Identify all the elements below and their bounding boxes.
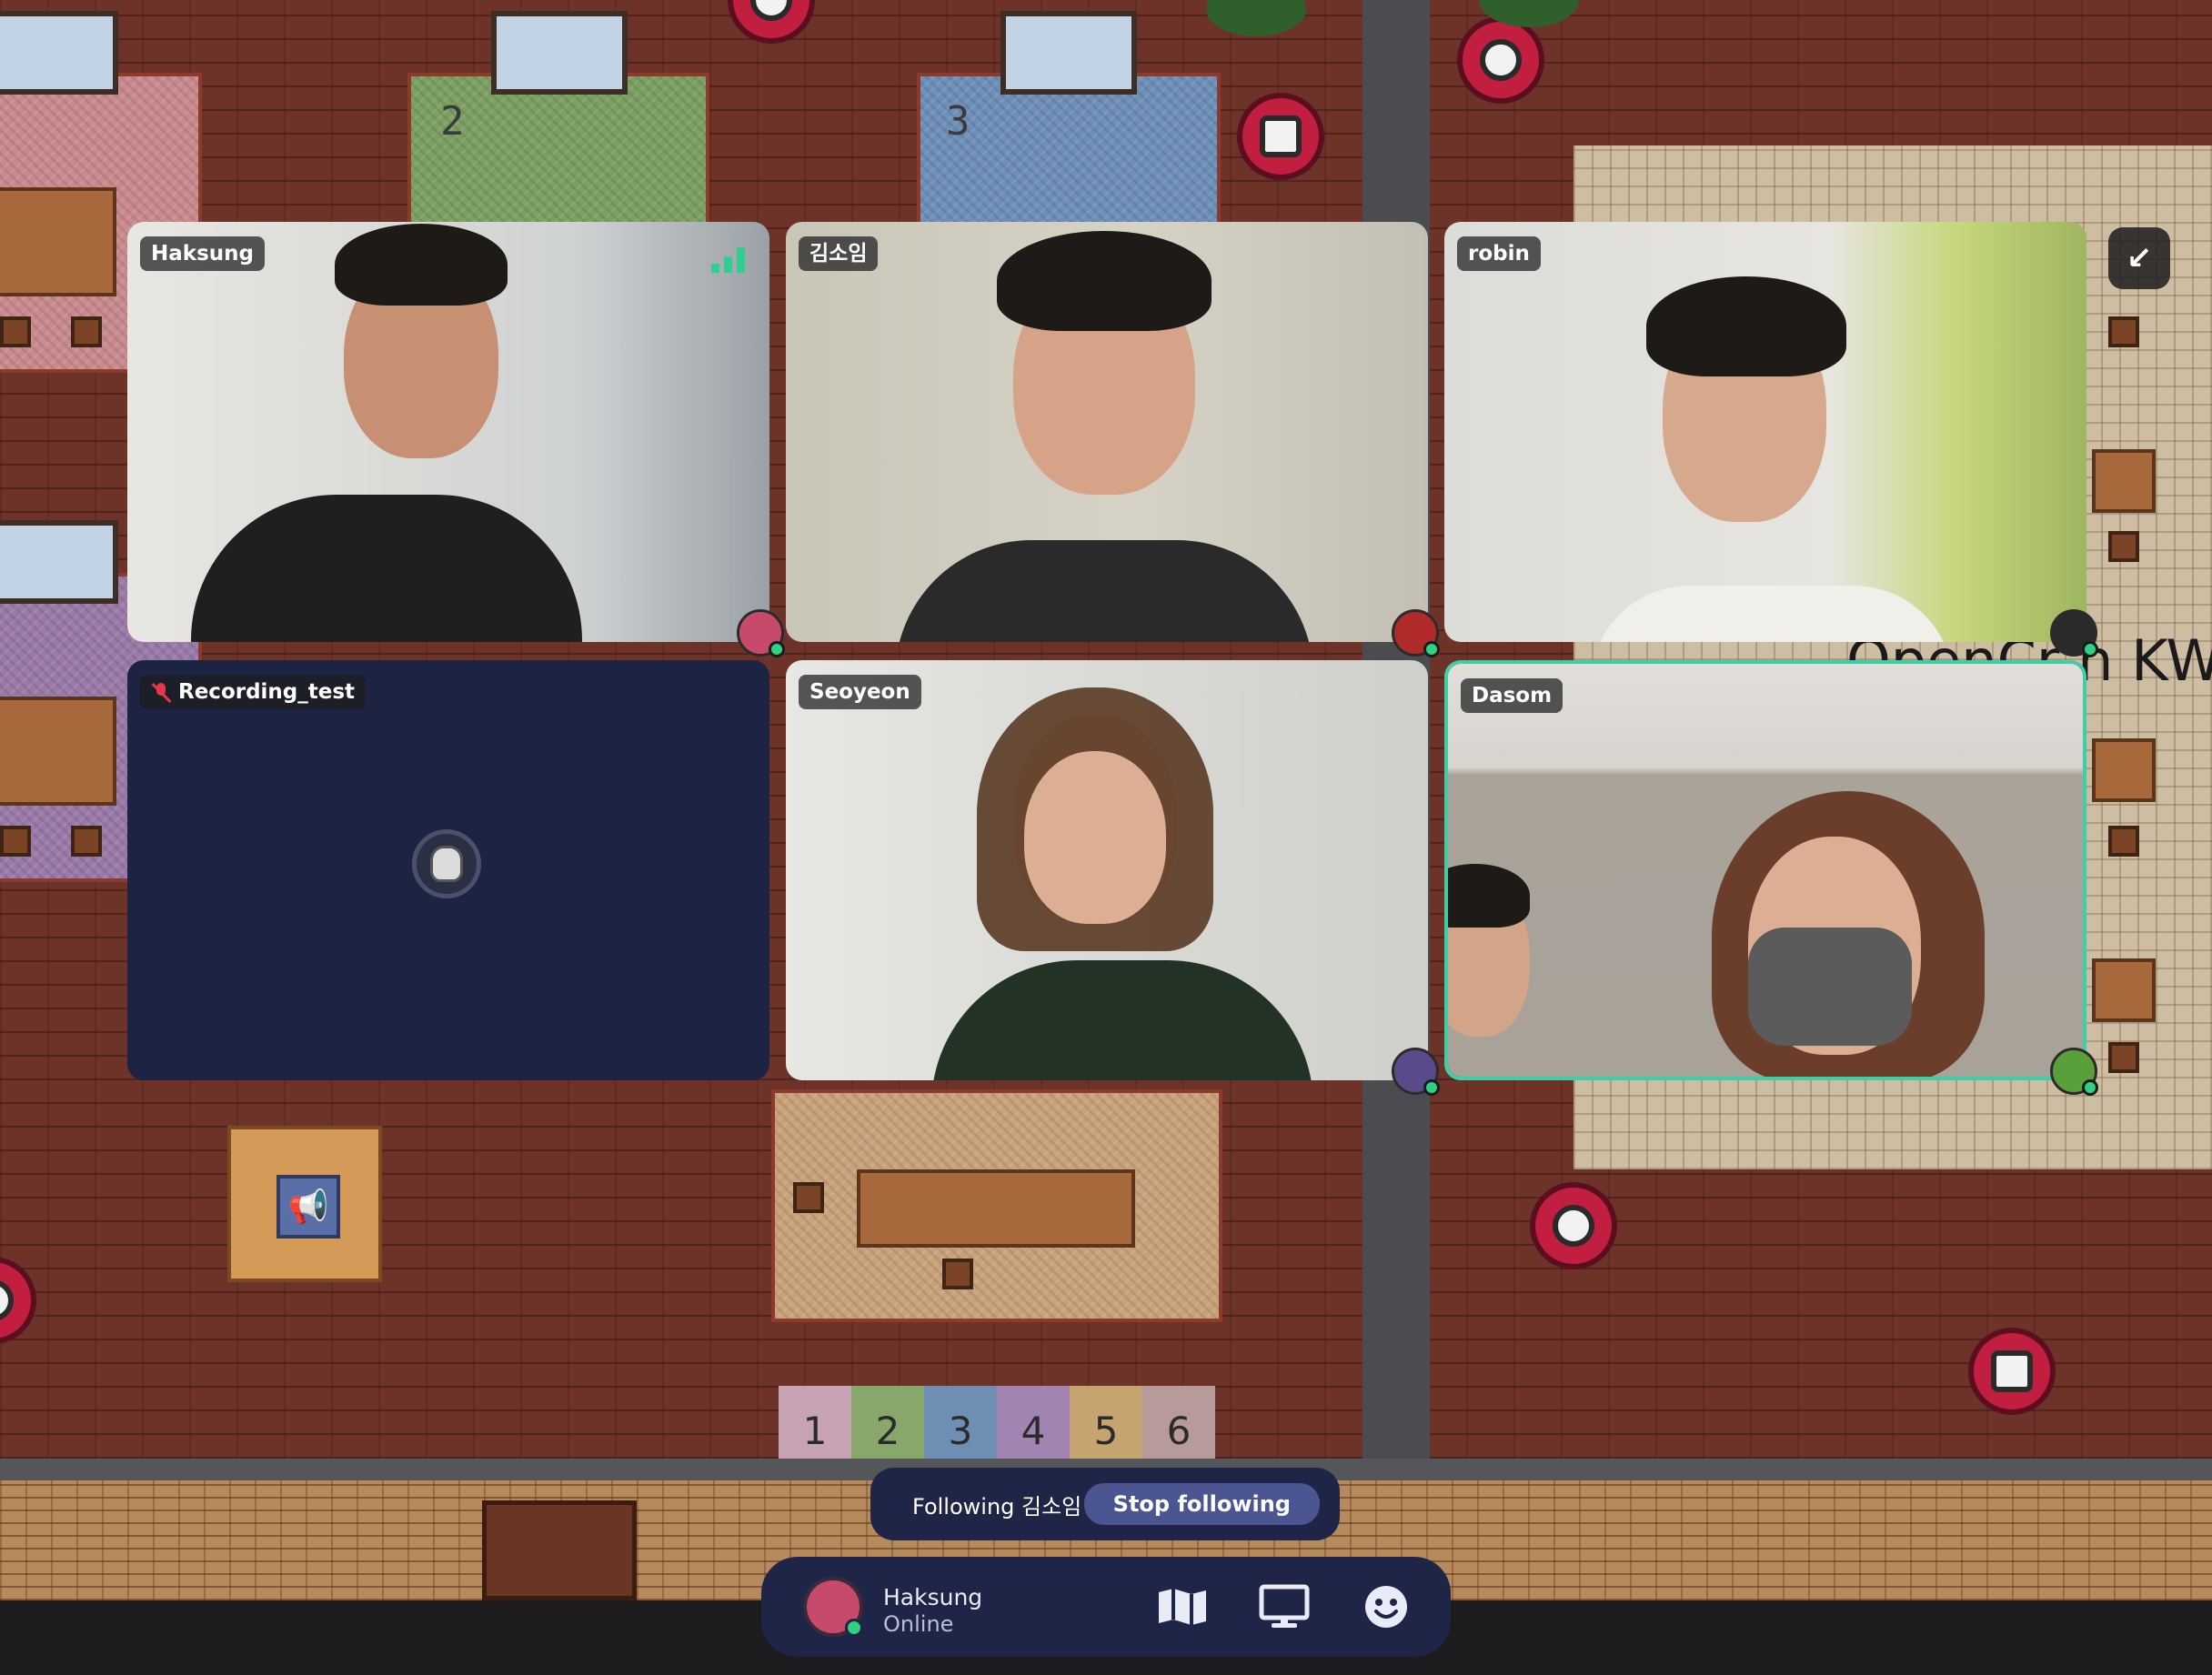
person-hair xyxy=(1448,864,1530,928)
emoji-icon[interactable] xyxy=(1360,1584,1413,1630)
person-face xyxy=(1024,751,1166,924)
following-bar: Following 김소임 Stop following xyxy=(870,1468,1340,1540)
name-tag-label: Recording_test xyxy=(178,680,356,704)
user-status: Online xyxy=(883,1611,954,1637)
whiteboard xyxy=(0,11,118,95)
video-tile-seoyeon[interactable]: Seoyeon xyxy=(786,660,1428,1080)
camera-feed xyxy=(1448,664,2083,1077)
player-avatar xyxy=(1392,1048,1440,1096)
whiteboard xyxy=(0,520,118,604)
name-tag: robin xyxy=(1457,236,1541,271)
video-tile-recording-test[interactable]: Recording_test xyxy=(127,660,769,1080)
person-hair xyxy=(335,224,508,306)
chair xyxy=(942,1259,973,1289)
following-text: Following 김소임 xyxy=(912,1493,1082,1520)
name-tag: 김소임 xyxy=(799,236,879,271)
video-tile-haksung[interactable]: Haksung xyxy=(127,222,769,642)
person-body xyxy=(1590,586,1954,642)
strip-cell-5: 5 xyxy=(1070,1386,1142,1459)
plant xyxy=(1206,0,1306,36)
chair xyxy=(0,826,31,857)
camera-feed xyxy=(786,660,1428,1080)
person-body xyxy=(191,495,582,642)
desk xyxy=(2092,449,2156,513)
strip-cell-2: 2 xyxy=(851,1386,924,1459)
megaphone-icon: 📢 xyxy=(276,1175,340,1239)
video-tile-kimsoim[interactable]: 김소임 xyxy=(786,222,1428,642)
person-body xyxy=(931,960,1313,1080)
desk xyxy=(0,187,116,296)
minimize-icon[interactable]: ↙ xyxy=(2108,227,2170,289)
strip-cell-1: 1 xyxy=(779,1386,851,1459)
person-body xyxy=(895,540,1313,642)
name-tag: Haksung xyxy=(140,236,265,271)
user-name[interactable]: Haksung xyxy=(883,1584,982,1610)
desk xyxy=(857,1169,1135,1248)
chair xyxy=(71,316,102,347)
portal-sign[interactable] xyxy=(728,0,815,44)
video-tile-robin[interactable]: robin xyxy=(1444,222,2086,642)
player-avatar xyxy=(2050,609,2098,657)
chair xyxy=(71,826,102,857)
camera-feed xyxy=(127,222,769,642)
camera-feed xyxy=(786,222,1428,642)
player-avatar xyxy=(1392,609,1440,657)
player-avatar xyxy=(2050,1048,2098,1096)
video-tile-dasom[interactable]: Dasom xyxy=(1444,660,2086,1080)
whiteboard xyxy=(1000,11,1137,95)
chair xyxy=(2108,316,2139,347)
map-icon[interactable] xyxy=(1156,1584,1209,1630)
whiteboard xyxy=(491,11,628,95)
room-rug-3 xyxy=(917,73,1221,227)
connection-signal-icon xyxy=(711,247,748,273)
player-avatar xyxy=(737,609,785,657)
chair xyxy=(793,1182,824,1213)
portal-sign[interactable] xyxy=(1457,16,1544,104)
desk xyxy=(0,697,116,806)
mic-muted-icon xyxy=(151,682,172,703)
door xyxy=(482,1500,637,1600)
chair xyxy=(2108,1042,2139,1073)
desk xyxy=(2092,958,2156,1022)
portal-sign[interactable] xyxy=(1530,1182,1617,1269)
name-tag: Dasom xyxy=(1461,678,1563,713)
avatar xyxy=(412,829,481,898)
number-strip: 1 2 3 4 5 6 xyxy=(779,1386,1215,1459)
camera-feed xyxy=(1444,222,2086,642)
name-tag: Recording_test xyxy=(140,675,367,709)
screen-share-icon[interactable] xyxy=(1258,1584,1311,1630)
room-rug-2 xyxy=(407,73,709,227)
avatar[interactable] xyxy=(803,1577,863,1637)
face-mask xyxy=(1748,928,1912,1046)
stop-following-button[interactable]: Stop following xyxy=(1083,1483,1320,1525)
name-tag: Seoyeon xyxy=(799,675,921,709)
chair xyxy=(2108,531,2139,562)
portal-sign[interactable] xyxy=(1968,1328,2056,1415)
room-number-2: 2 xyxy=(440,98,465,145)
room-number-3: 3 xyxy=(946,98,970,145)
strip-cell-6: 6 xyxy=(1142,1386,1215,1459)
portal-sign[interactable] xyxy=(1237,93,1324,180)
stage-podium: 📢 xyxy=(227,1126,382,1282)
chair xyxy=(0,316,31,347)
bottom-dock: Haksung Online xyxy=(761,1557,1451,1657)
strip-cell-3: 3 xyxy=(924,1386,997,1459)
person-hair xyxy=(997,231,1212,331)
person-hair xyxy=(1646,276,1846,376)
online-status-dot xyxy=(845,1619,863,1637)
strip-cell-4: 4 xyxy=(997,1386,1070,1459)
desk xyxy=(2092,738,2156,802)
portal-sign[interactable] xyxy=(0,1257,36,1344)
chair xyxy=(2108,826,2139,857)
